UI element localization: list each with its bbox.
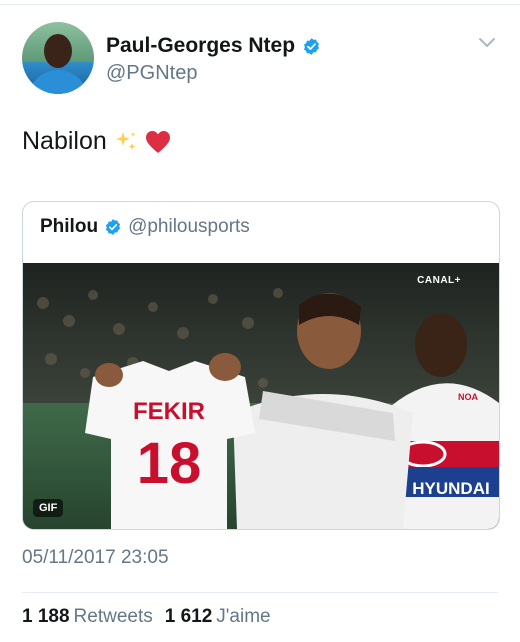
- avatar-face: [44, 34, 72, 68]
- sparkles-icon: [113, 129, 139, 155]
- likes-label[interactable]: J'aime: [216, 606, 270, 628]
- author-name-row: Paul-Georges Ntep: [106, 34, 321, 58]
- tweet-stats: 1 188 Retweets 1 612 J'aime: [22, 606, 279, 628]
- retweets-label[interactable]: Retweets: [74, 606, 153, 628]
- author-display-name[interactable]: Paul-Georges Ntep: [106, 34, 295, 58]
- stats-divider: [22, 592, 498, 593]
- top-divider: [0, 4, 520, 5]
- sponsor-text: HYUNDAI: [412, 479, 489, 498]
- quoted-tweet-header: Philou @philousports: [40, 216, 250, 238]
- broadcaster-logo: CANAL+: [417, 275, 461, 286]
- retweets-count[interactable]: 1 188: [22, 606, 70, 628]
- red-heart-icon: [145, 130, 171, 154]
- tweet-text: Nabilon: [22, 127, 171, 156]
- gif-frame-illustration: HYUNDAI NOA FEKIR 18: [23, 263, 499, 529]
- author-avatar[interactable]: [22, 22, 94, 94]
- sponsor-top-text: NOA: [458, 392, 479, 402]
- avatar-shirt: [28, 70, 88, 94]
- quoted-author-name[interactable]: Philou: [40, 216, 98, 238]
- quoted-tweet-card[interactable]: Philou @philousports HYUNDAI NOA FEKIR 1…: [22, 201, 500, 530]
- author-handle[interactable]: @PGNtep: [106, 62, 197, 85]
- likes-count[interactable]: 1 612: [165, 606, 213, 628]
- quoted-author-handle[interactable]: @philousports: [128, 216, 250, 238]
- tweet-timestamp[interactable]: 05/11/2017 23:05: [22, 547, 169, 569]
- verified-badge-icon: [304, 37, 319, 55]
- verified-badge-icon: [106, 219, 121, 235]
- jersey-number-text: 18: [137, 431, 202, 496]
- gif-badge: GIF: [33, 499, 64, 517]
- chevron-down-icon[interactable]: [478, 36, 496, 50]
- gif-media[interactable]: HYUNDAI NOA FEKIR 18 CANAL+ GIF: [23, 263, 499, 529]
- jersey-name-text: FEKIR: [133, 398, 205, 425]
- tweet-text-content: Nabilon: [22, 127, 107, 155]
- tweet-header: Paul-Georges Ntep @PGNtep: [22, 22, 500, 98]
